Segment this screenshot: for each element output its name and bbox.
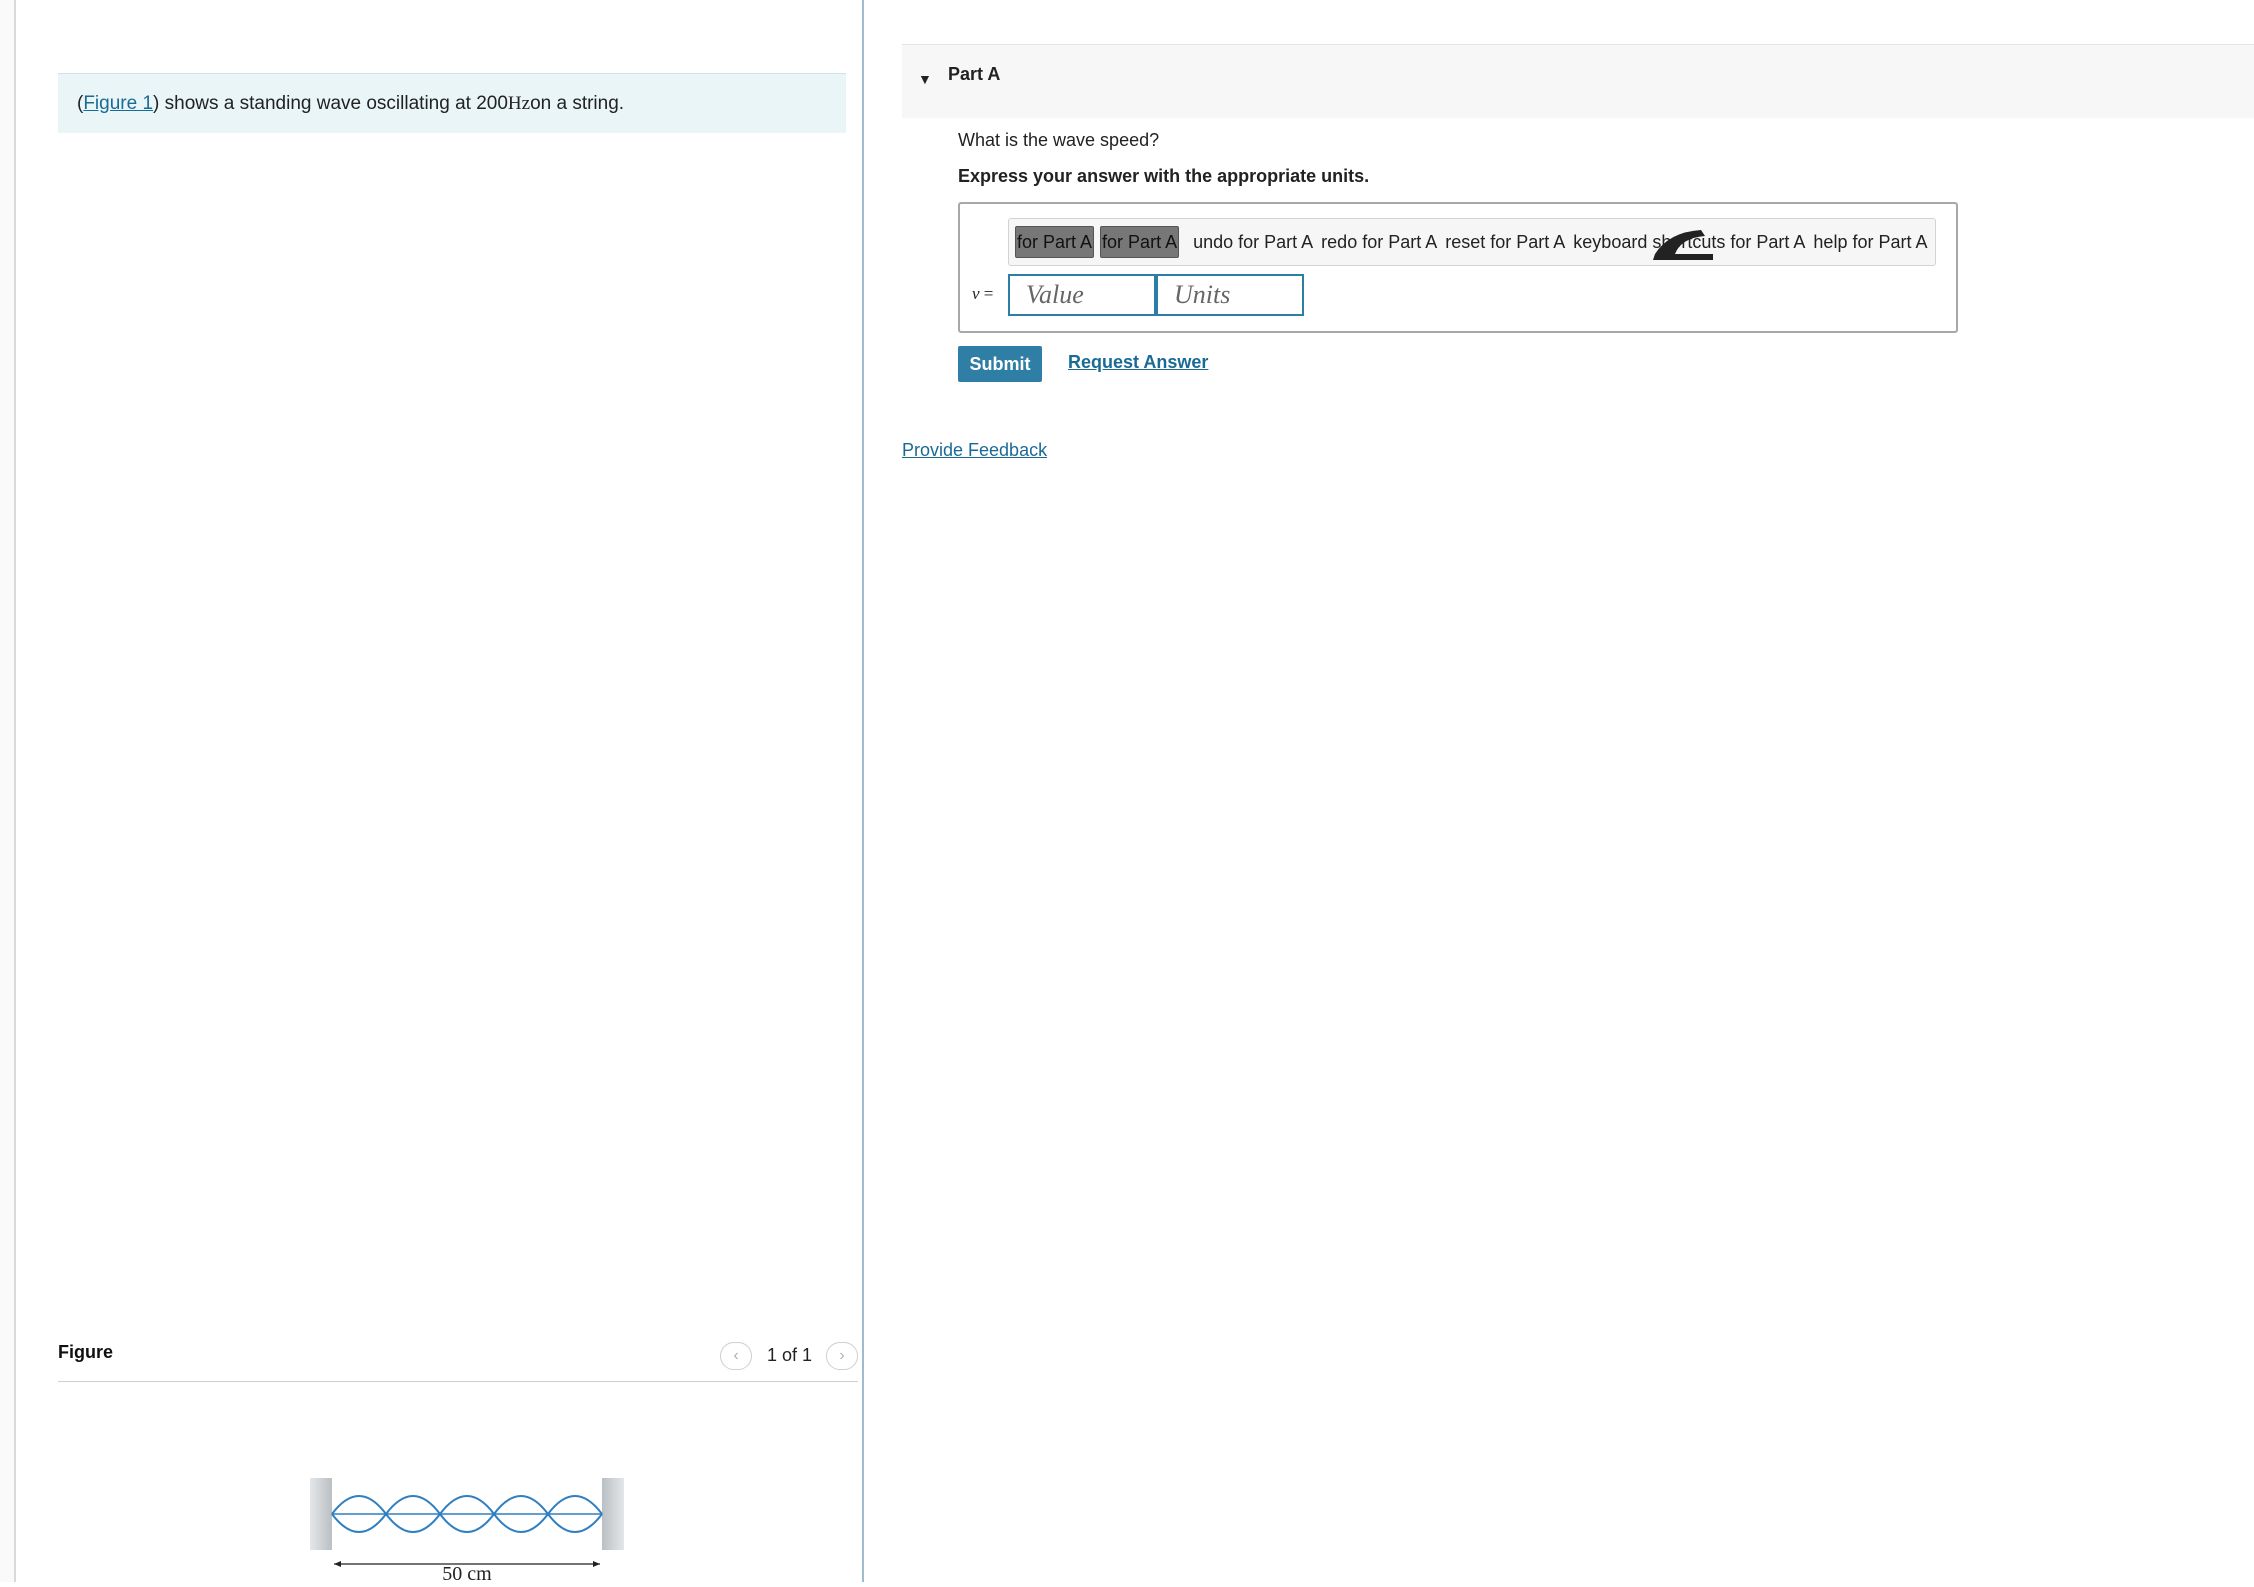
help-button[interactable]: help for Part A (1813, 232, 1927, 253)
problem-intro: (Figure 1) shows a standing wave oscilla… (58, 73, 846, 133)
math-toolbar: for Part A for Part A undo for Part A re… (1008, 218, 1936, 266)
symbols-button[interactable]: for Part A (1100, 226, 1180, 258)
chevron-right-icon[interactable]: › (826, 1342, 858, 1370)
window-edge (0, 0, 16, 1582)
variable-label: v = (972, 284, 994, 303)
arrowhead-left (334, 1561, 341, 1567)
figure-header: Figure ‹ 1 of 1 › (58, 1324, 858, 1382)
part-a-header[interactable]: ▼ Part A (902, 44, 2254, 118)
figure-link[interactable]: Figure 1 (83, 93, 153, 115)
figure-title: Figure (58, 1342, 114, 1362)
answer-instruction: Express your answer with the appropriate… (958, 166, 1370, 186)
answer-pane: ▼ Part A What is the wave speed? Express… (864, 0, 2254, 1582)
right-wall (602, 1478, 624, 1550)
submit-button[interactable]: Submit (958, 346, 1042, 382)
reset-button[interactable]: reset for Part A (1445, 232, 1565, 253)
units-input[interactable] (1156, 274, 1304, 316)
keyboard-shortcuts-button[interactable]: keyboard shortcuts for Part A (1573, 229, 1805, 260)
request-answer-link[interactable]: Request Answer (1068, 352, 1208, 373)
caret-down-icon[interactable]: ▼ (918, 71, 932, 87)
intro-text: ) shows a standing wave oscillating at 2… (153, 92, 508, 114)
figure-pager: 1 of 1 (767, 1345, 813, 1365)
problem-pane: (Figure 1) shows a standing wave oscilla… (16, 0, 864, 1585)
arrowhead-right (593, 1561, 600, 1567)
chevron-left-icon[interactable]: ‹ (720, 1342, 752, 1370)
length-label: 50 cm (442, 1563, 492, 1582)
left-wall (310, 1478, 332, 1550)
provide-feedback-link[interactable]: Provide Feedback (902, 440, 1047, 461)
value-input[interactable] (1008, 274, 1156, 316)
redo-button[interactable]: redo for Part A (1321, 232, 1437, 253)
standing-wave-figure: 50 cm (286, 1468, 646, 1585)
wave-envelope-lower (331, 1512, 603, 1533)
question-text: What is the wave speed? (958, 130, 1160, 150)
standing-wave-diagram: 50 cm (310, 1478, 624, 1585)
wave-envelope-upper (331, 1495, 603, 1516)
unit-hz: Hz (507, 92, 531, 114)
answer-box: for Part A for Part A undo for Part A re… (958, 202, 1958, 333)
undo-button[interactable]: undo for Part A (1193, 232, 1313, 253)
keyboard-icon (1653, 229, 1714, 260)
part-title: Part A (948, 64, 1001, 84)
templates-button[interactable]: for Part A (1015, 226, 1095, 258)
